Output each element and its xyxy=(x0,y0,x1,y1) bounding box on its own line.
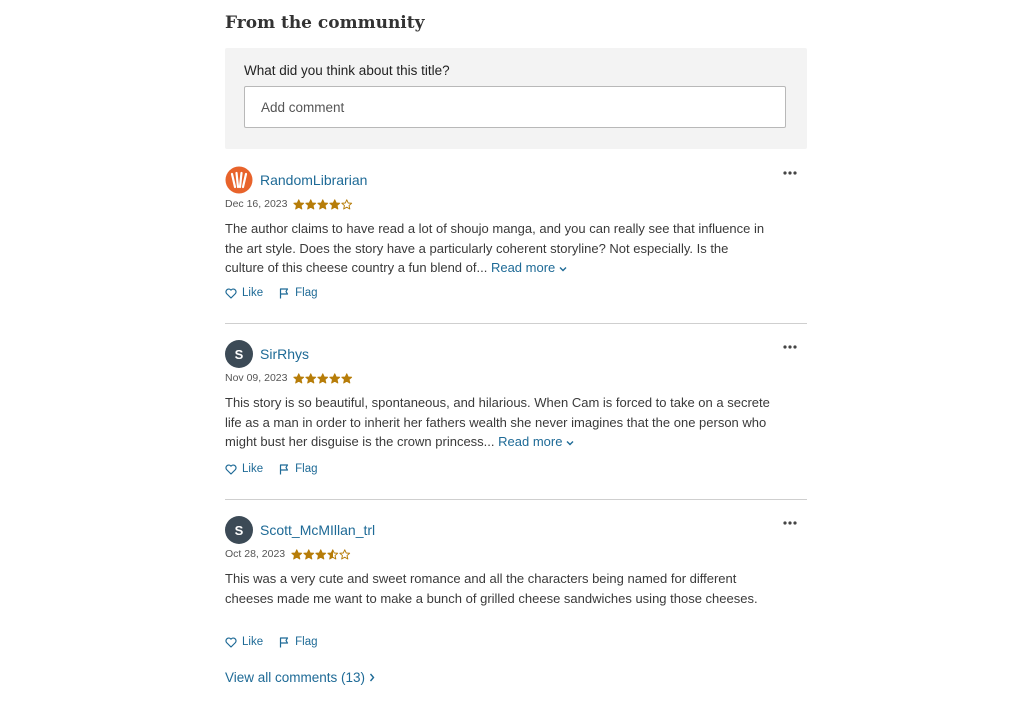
star-icon xyxy=(305,198,317,209)
like-button[interactable]: Like xyxy=(225,287,263,299)
comment-form: What did you think about this title? xyxy=(225,48,807,149)
star-icon xyxy=(341,198,353,209)
heart-icon xyxy=(225,636,237,648)
star-icon xyxy=(329,198,341,209)
divider xyxy=(225,323,807,324)
flag-button[interactable]: Flag xyxy=(279,636,317,648)
star-icon xyxy=(327,548,339,559)
divider xyxy=(225,499,807,500)
heart-icon xyxy=(225,463,237,475)
star-rating xyxy=(291,548,351,560)
librarian-logo-icon[interactable] xyxy=(225,166,253,194)
star-icon xyxy=(315,548,327,559)
star-icon xyxy=(317,372,329,383)
review-text: The author claims to have read a lot of … xyxy=(225,221,765,276)
more-options-icon[interactable] xyxy=(781,166,799,180)
star-icon xyxy=(341,372,353,383)
section-title: From the community xyxy=(225,13,425,33)
flag-button[interactable]: Flag xyxy=(279,287,317,299)
review-date: Dec 16, 2023 xyxy=(225,198,288,210)
star-icon xyxy=(293,198,305,209)
review-date: Nov 09, 2023 xyxy=(225,372,288,384)
chevron-down-icon xyxy=(559,267,567,272)
comment-prompt: What did you think about this title? xyxy=(244,63,450,78)
flag-icon xyxy=(280,463,289,474)
avatar[interactable]: S xyxy=(225,340,253,368)
avatar[interactable]: S xyxy=(225,516,253,544)
chevron-down-icon xyxy=(566,441,574,446)
more-options-icon[interactable] xyxy=(781,516,799,530)
like-button[interactable]: Like xyxy=(225,463,263,475)
star-icon xyxy=(291,548,303,559)
flag-button[interactable]: Flag xyxy=(279,463,317,475)
chevron-right-icon xyxy=(370,673,375,682)
star-icon xyxy=(317,198,329,209)
heart-icon xyxy=(225,287,237,299)
star-icon xyxy=(293,372,305,383)
read-more-link[interactable]: Read more xyxy=(491,260,567,275)
more-options-icon[interactable] xyxy=(781,340,799,354)
flag-icon xyxy=(280,287,289,298)
flag-icon xyxy=(280,636,289,647)
star-rating xyxy=(293,372,353,384)
star-rating xyxy=(293,198,353,210)
star-icon xyxy=(339,548,351,559)
review-text: This was a very cute and sweet romance a… xyxy=(225,571,758,606)
add-comment-input[interactable] xyxy=(244,86,786,128)
view-all-comments-link[interactable]: View all comments (13) xyxy=(225,670,375,685)
review-date: Oct 28, 2023 xyxy=(225,548,286,560)
review-text: This story is so beautiful, spontaneous,… xyxy=(225,395,770,450)
star-icon xyxy=(305,372,317,383)
like-button[interactable]: Like xyxy=(225,636,263,648)
star-icon xyxy=(303,548,315,559)
read-more-link[interactable]: Read more xyxy=(498,434,574,449)
reviewer-name[interactable]: SirRhys xyxy=(260,346,309,362)
reviewer-name[interactable]: RandomLibrarian xyxy=(260,172,367,188)
star-icon xyxy=(329,372,341,383)
reviewer-name[interactable]: Scott_McMIllan_trl xyxy=(260,522,375,538)
